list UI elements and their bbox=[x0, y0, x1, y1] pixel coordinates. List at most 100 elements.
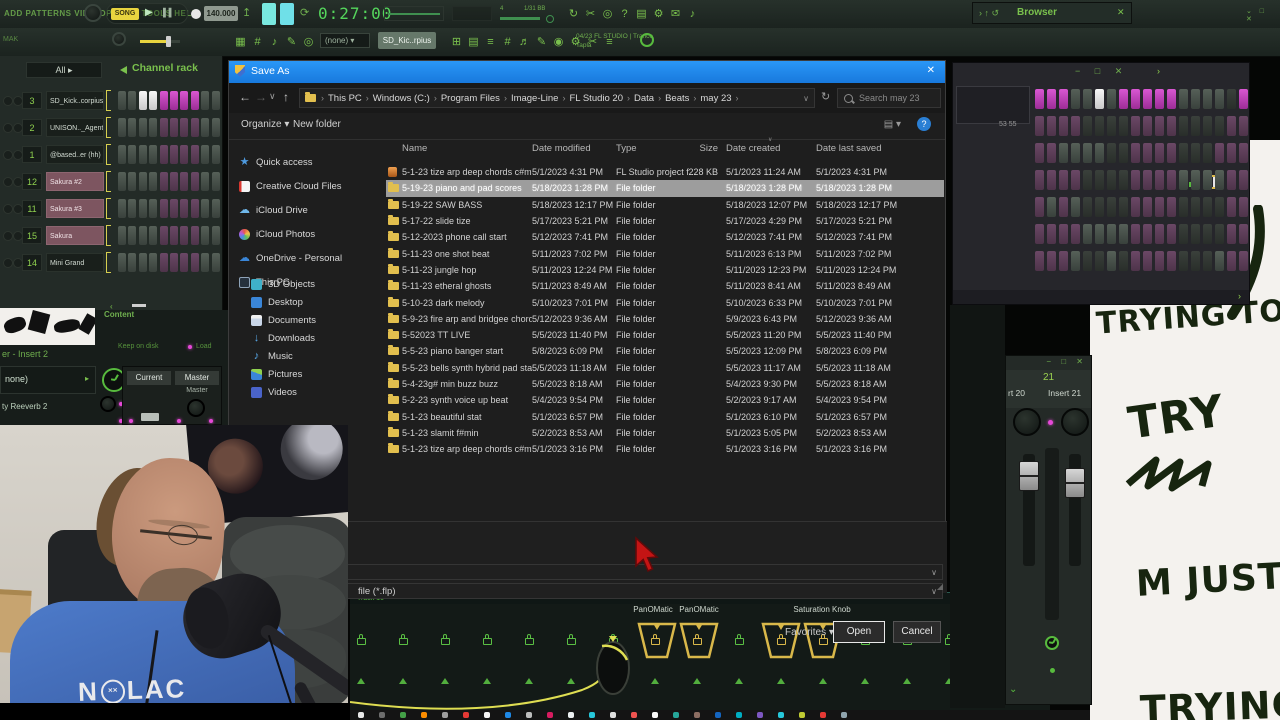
breadcrumb-segment[interactable]: Beats bbox=[662, 93, 692, 104]
tool-icon-icons-post-5[interactable]: ✎ bbox=[533, 32, 550, 52]
pattern-cell[interactable] bbox=[1035, 197, 1044, 217]
pattern-cell[interactable] bbox=[1107, 143, 1116, 163]
step-cell[interactable] bbox=[159, 145, 168, 164]
strip-clock-icon[interactable] bbox=[1045, 636, 1059, 650]
pattern-cell[interactable] bbox=[1119, 170, 1128, 190]
step-cell[interactable] bbox=[159, 118, 168, 137]
channel-name[interactable]: Sakura bbox=[46, 226, 104, 245]
sidebar-item-icloudphotos[interactable]: iCloud Photos bbox=[239, 225, 379, 243]
new-folder-button[interactable]: New folder bbox=[293, 119, 341, 130]
tool-icon-icons-main-6[interactable]: ✉ bbox=[667, 4, 684, 24]
channel-pan-knob[interactable] bbox=[3, 204, 13, 214]
step-cell[interactable] bbox=[211, 172, 220, 191]
bpm-display[interactable]: 140.000 bbox=[204, 6, 238, 21]
taskbar-app-icon[interactable] bbox=[820, 712, 826, 718]
tool-icon-icons-post-2[interactable]: ≡ bbox=[482, 32, 499, 52]
current-pattern-chip[interactable]: SD_Kic..rpius bbox=[378, 32, 436, 49]
pattern-cell[interactable] bbox=[1143, 89, 1152, 109]
wait-input-button[interactable] bbox=[262, 3, 276, 25]
pattern-cell[interactable] bbox=[1239, 251, 1248, 271]
taskbar-app-icon[interactable] bbox=[631, 712, 637, 718]
pattern-cell[interactable] bbox=[1203, 143, 1212, 163]
step-cell[interactable] bbox=[201, 118, 210, 137]
center-fader-track[interactable] bbox=[1045, 448, 1059, 620]
step-cell[interactable] bbox=[180, 199, 189, 218]
step-cell[interactable] bbox=[180, 253, 189, 272]
column-date-created[interactable]: Date created bbox=[726, 143, 816, 154]
pan-knob[interactable] bbox=[112, 32, 126, 46]
file-row[interactable]: 5-2-23 synth voice up beat 5/4/2023 9:54 … bbox=[386, 392, 944, 408]
tool-icon-icons-main-3[interactable]: ? bbox=[616, 4, 633, 24]
sidebar-item-onedrive[interactable]: ☁ OneDrive - Personal bbox=[239, 249, 379, 267]
open-button[interactable]: Open bbox=[833, 621, 885, 643]
sidebar-item-desktop[interactable]: Desktop bbox=[251, 293, 391, 311]
step-cell[interactable] bbox=[159, 172, 168, 191]
step-cell[interactable] bbox=[149, 253, 158, 272]
insert-21-label[interactable]: Insert 21 bbox=[1048, 388, 1081, 398]
column-date-saved[interactable]: Date last saved bbox=[816, 143, 908, 154]
step-cell[interactable] bbox=[138, 226, 147, 245]
step-cell[interactable] bbox=[159, 91, 168, 110]
column-size[interactable]: Size bbox=[682, 143, 726, 154]
step-cell[interactable] bbox=[149, 145, 158, 164]
pattern-cell[interactable] bbox=[1083, 143, 1092, 163]
channel-pan-knob[interactable] bbox=[3, 123, 13, 133]
dialog-close-icon[interactable]: ✕ bbox=[927, 65, 935, 76]
pattern-selector[interactable]: (none) ▾ bbox=[320, 33, 370, 48]
tool-icon-icons-post-6[interactable]: ◉ bbox=[550, 32, 567, 52]
breadcrumb-segment[interactable]: FL Studio 20 bbox=[566, 93, 626, 104]
breadcrumb-segment[interactable]: Image-Line bbox=[508, 93, 562, 104]
pattern-cell[interactable] bbox=[1227, 89, 1236, 109]
pattern-cell[interactable] bbox=[1095, 143, 1104, 163]
pattern-cell[interactable] bbox=[1083, 224, 1092, 244]
taskbar-app-icon[interactable] bbox=[841, 712, 847, 718]
step-cell[interactable] bbox=[118, 253, 126, 272]
pattern-cell[interactable] bbox=[1155, 224, 1164, 244]
step-cell[interactable] bbox=[149, 226, 158, 245]
sidebar-item-cc[interactable]: Creative Cloud Files bbox=[239, 177, 379, 195]
pattern-cell[interactable] bbox=[1071, 197, 1080, 217]
taskbar-app-icon[interactable] bbox=[715, 712, 721, 718]
fader-cap-20[interactable] bbox=[1019, 461, 1039, 491]
step-cell[interactable] bbox=[190, 118, 199, 137]
pattern-cell[interactable] bbox=[1107, 197, 1116, 217]
pattern-cell[interactable] bbox=[1191, 170, 1200, 190]
pattern-cell[interactable] bbox=[1059, 251, 1068, 271]
pan-knob-20[interactable] bbox=[1013, 408, 1041, 436]
view-mode-icon[interactable]: ▤ ▾ bbox=[884, 119, 901, 130]
column-type[interactable]: Type bbox=[616, 143, 682, 154]
step-cell[interactable] bbox=[159, 253, 168, 272]
sidebar-item-videos[interactable]: Videos bbox=[251, 383, 391, 401]
channel-name[interactable]: Sakura #2 bbox=[46, 172, 104, 191]
tool-icon-icons-main-0[interactable]: ↻ bbox=[565, 4, 582, 24]
pattern-cell[interactable] bbox=[1059, 170, 1068, 190]
pattern-cell[interactable] bbox=[1107, 170, 1116, 190]
pattern-cell[interactable] bbox=[1047, 197, 1056, 217]
pattern-cell[interactable] bbox=[1119, 116, 1128, 136]
step-cell[interactable] bbox=[170, 199, 178, 218]
pattern-cell[interactable] bbox=[1203, 251, 1212, 271]
tool-icon-icons-main-1[interactable]: ✂ bbox=[582, 4, 599, 24]
step-cell[interactable] bbox=[138, 172, 147, 191]
file-row[interactable]: 5-52023 TT LIVE 5/5/2023 11:40 PM File fol… bbox=[386, 327, 944, 343]
step-cell[interactable] bbox=[118, 226, 126, 245]
pattern-cell[interactable] bbox=[1227, 251, 1236, 271]
pattern-cell[interactable] bbox=[1239, 170, 1248, 190]
pattern-cell[interactable] bbox=[1179, 116, 1188, 136]
tool-icon-icons-pre-4[interactable]: ◎ bbox=[300, 32, 317, 52]
channel-number[interactable]: 2 bbox=[22, 119, 42, 136]
pattern-cell[interactable] bbox=[1155, 89, 1164, 109]
step-cell[interactable] bbox=[190, 91, 199, 110]
file-row[interactable]: 5-4-23g# min buzz buzz 5/5/2023 8:18 AM Fi… bbox=[386, 376, 944, 392]
taskbar-app-icon[interactable] bbox=[673, 712, 679, 718]
step-cell[interactable] bbox=[211, 199, 220, 218]
pattern-cell[interactable] bbox=[1083, 116, 1092, 136]
channel-name[interactable]: Sakura #3 bbox=[46, 199, 104, 218]
step-cell[interactable] bbox=[211, 145, 220, 164]
pattern-cell[interactable] bbox=[1119, 143, 1128, 163]
pattern-cell[interactable] bbox=[1179, 224, 1188, 244]
pattern-cell[interactable] bbox=[1179, 251, 1188, 271]
pattern-cell[interactable] bbox=[1191, 116, 1200, 136]
pattern-cell[interactable] bbox=[1035, 251, 1044, 271]
up-icon[interactable]: ↑ bbox=[283, 90, 289, 104]
